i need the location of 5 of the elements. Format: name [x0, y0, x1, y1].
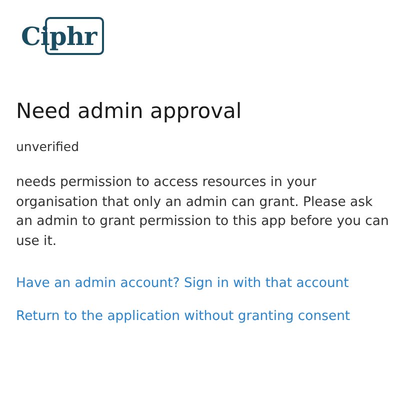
page-title: Need admin approval [16, 99, 243, 123]
app-status: unverified [16, 139, 80, 154]
link[interactable]: Return to the application without granting consent [16, 309, 350, 324]
link[interactable]: Have an admin account? Sign in with that account [16, 276, 349, 291]
permission-message: needs permission to access resources in your organisation that only an admin can grant. Please ask an admin to grant permission to this app before you can use it. [16, 174, 390, 250]
